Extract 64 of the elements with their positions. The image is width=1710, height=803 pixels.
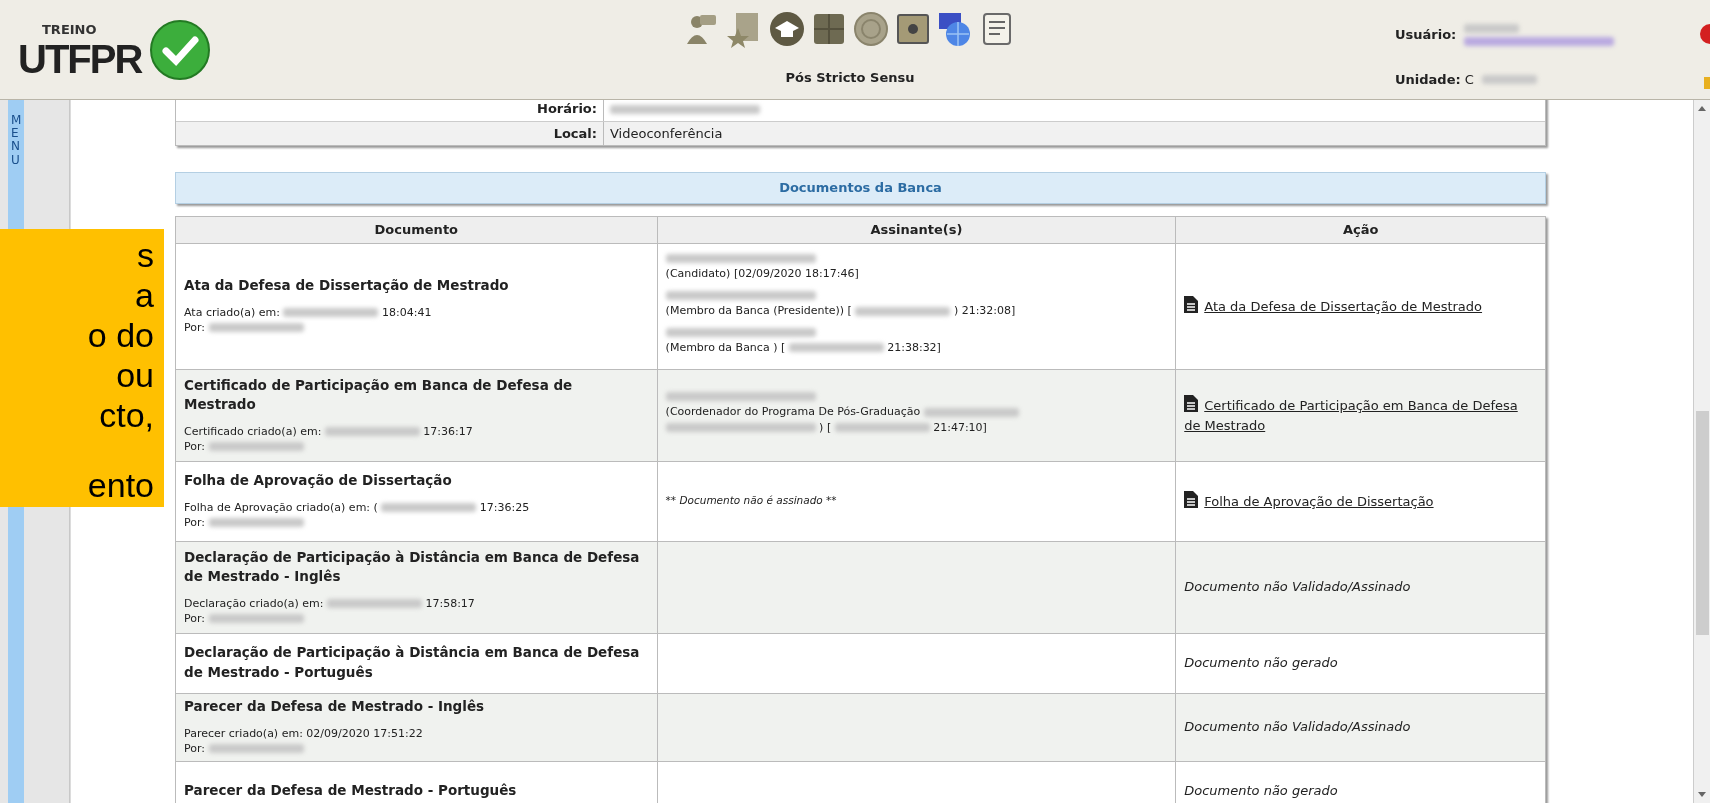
graduation-cap-icon[interactable]: [768, 10, 806, 48]
document-meta: 18:04:41: [382, 305, 432, 319]
column-header: Documento: [175, 216, 658, 243]
document-title: Parecer da Defesa de Mestrado - Inglês: [184, 697, 486, 717]
logo-text: UTFPR: [18, 39, 142, 80]
document-meta: Folha de Aprovação criado(a) em: (: [184, 500, 378, 514]
user-label: Usuário:: [1395, 26, 1457, 45]
document-meta: Por:: [184, 515, 205, 529]
scroll-down-icon[interactable]: [1698, 792, 1706, 797]
callout-text: s: [136, 235, 155, 275]
column-header: Assinante(s): [657, 216, 1176, 243]
document-icon: [1184, 395, 1199, 412]
callout-text: a: [134, 275, 155, 315]
document-status: Documento não Validado/Assinado: [1184, 578, 1412, 597]
section-title: Documentos da Banca: [175, 172, 1546, 204]
document-title: Certificado de Participação em Banca de Defesa de Mestrado: [184, 375, 574, 415]
document-title: Parecer da Defesa de Mestrado - Português: [184, 781, 518, 801]
unit-label: Unidade:: [1395, 71, 1461, 89]
document-meta: Certificado criado(a) em:: [184, 424, 322, 438]
scrollbar-thumb[interactable]: [1695, 411, 1709, 635]
callout-text: cto,: [98, 395, 155, 435]
field-label: Horário:: [176, 100, 604, 121]
unit-value: C: [1464, 71, 1474, 89]
document-title: Declaração de Participação à Distância em Banca de Defesa de Mestrado - Português: [184, 643, 641, 682]
column-header: Ação: [1175, 216, 1546, 243]
document-meta: Por:: [184, 439, 205, 453]
checkmark-icon: [149, 18, 212, 81]
document-meta: Parecer criado(a) em: 02/09/2020 17:51:22: [184, 726, 423, 740]
signer-info: (Coordenador do Programa De Pós-Graduação: [665, 405, 921, 419]
callout-text: ento: [86, 465, 155, 505]
callout-text: o do: [86, 315, 155, 355]
document-meta: Por:: [184, 611, 205, 625]
document-icon: [1184, 490, 1199, 508]
callout-text: ou: [115, 355, 155, 395]
document-icon: [1184, 295, 1199, 313]
document-meta: 17:58:17: [425, 596, 475, 610]
field-label: Local:: [176, 121, 604, 145]
document-meta: 17:36:25: [479, 500, 530, 514]
document-meta: Ata criado(a) em:: [184, 305, 280, 319]
module-title: Pós Stricto Sensu: [785, 69, 915, 87]
document-meta: 17:36:17: [423, 424, 473, 438]
scroll-up-icon[interactable]: [1698, 106, 1706, 111]
signer-info: ) 21:32:08]: [953, 304, 1016, 317]
signer-info: (Candidato) [02/09/2020 18:17:46]: [665, 267, 859, 281]
document-title: Declaração de Participação à Distância em Banca de Defesa de Mestrado - Inglês: [184, 547, 641, 587]
environment-label: TREINO: [42, 20, 98, 39]
redacted-text: [1464, 24, 1520, 33]
document-status: Documento não gerado: [1184, 654, 1339, 673]
document-status: Documento não gerado: [1184, 782, 1339, 801]
document-meta: Por:: [184, 741, 205, 755]
signer-info: ) [: [819, 420, 832, 434]
signer-info: (Membro da Banca ) [: [665, 340, 786, 354]
document-status: Documento não Validado/Assinado: [1184, 718, 1412, 737]
document-meta: Declaração criado(a) em:: [184, 596, 324, 610]
signer-note: ** Documento não é assinado **: [665, 493, 838, 509]
field-value: Videoconferência: [610, 125, 723, 141]
document-link[interactable]: Ata da Defesa de Dissertação de Mestrado: [1184, 295, 1537, 317]
document-title: Ata da Defesa de Dissertação de Mestrado: [184, 276, 510, 296]
document-title: Folha de Aprovação de Dissertação: [184, 471, 453, 491]
document-meta: Por:: [184, 320, 205, 334]
redacted-text: [1481, 75, 1537, 85]
signer-info: 21:47:10]: [933, 420, 987, 434]
signer-info: 21:38:32]: [887, 340, 941, 354]
signer-info: (Membro da Banca (Presidente)) [: [665, 304, 852, 317]
